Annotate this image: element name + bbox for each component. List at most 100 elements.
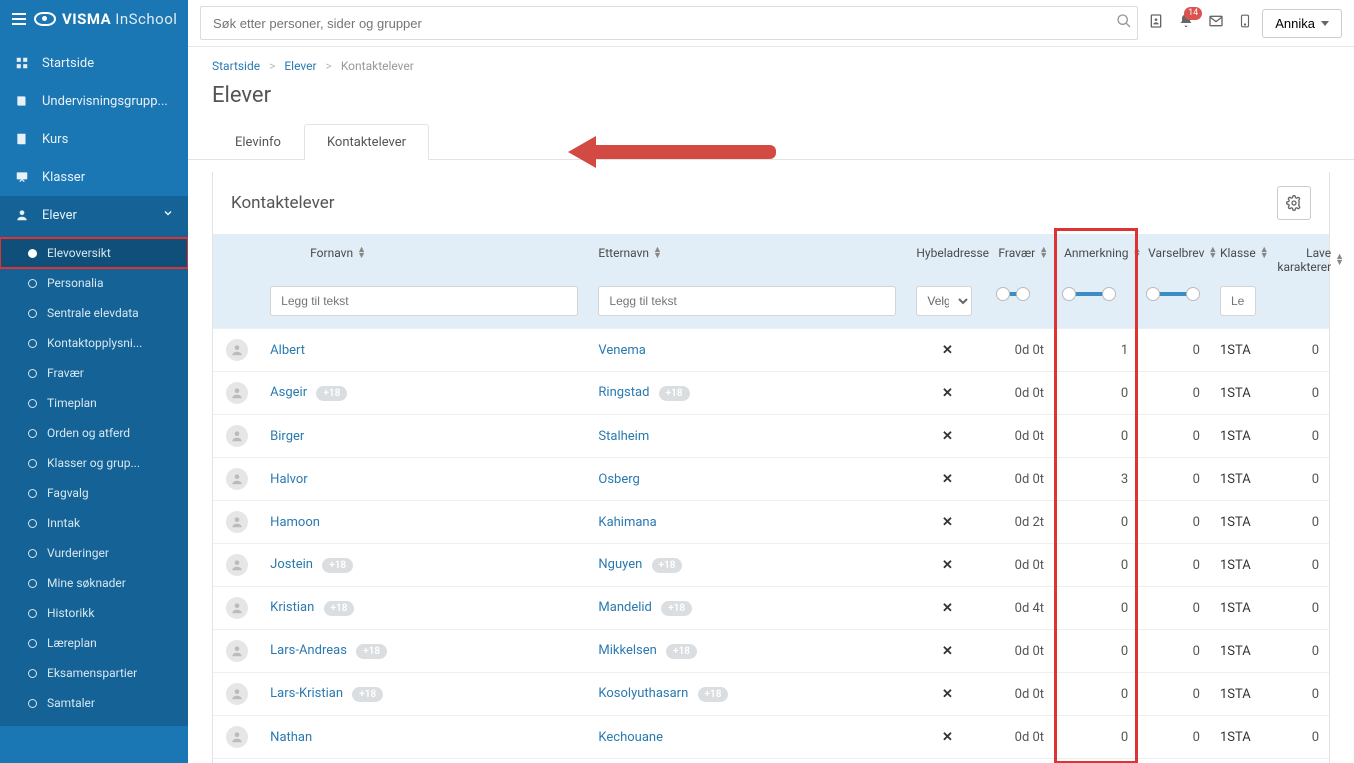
subnav-item-historikk[interactable]: Historikk — [0, 598, 188, 628]
filter-etternavn-input[interactable] — [598, 286, 896, 316]
col-etternavn[interactable]: Etternavn▲▼ — [588, 234, 906, 280]
students-table: Fornavn▲▼ Etternavn▲▼ Hybeladresse Fravæ… — [213, 234, 1329, 758]
hamburger-icon[interactable] — [12, 13, 26, 25]
fornavn-link[interactable]: Lars-Andreas — [270, 643, 347, 658]
bell-icon[interactable]: 14 — [1178, 13, 1194, 33]
etternavn-link[interactable]: Kechouane — [598, 730, 663, 745]
subnav-item-orden-og-atferd[interactable]: Orden og atferd — [0, 418, 188, 448]
subnav-item-vurderinger[interactable]: Vurderinger — [0, 538, 188, 568]
gear-button[interactable] — [1277, 186, 1311, 220]
cell-varselbrev: 0 — [1138, 458, 1210, 501]
subnav-item-personalia[interactable]: Personalia — [0, 268, 188, 298]
etternavn-link[interactable]: Ringstad — [598, 385, 649, 400]
table-row[interactable]: BirgerStalheim✕0d 0t001STA0 — [213, 415, 1329, 458]
x-icon[interactable]: ✕ — [942, 558, 953, 573]
table-row[interactable]: Lars-Kristian +18Kosolyuthasarn +18✕0d 0… — [213, 673, 1329, 716]
cell-varselbrev: 0 — [1138, 673, 1210, 716]
subnav-item-elevoversikt[interactable]: Elevoversikt — [0, 238, 188, 268]
etternavn-link[interactable]: Mikkelsen — [598, 643, 656, 658]
fornavn-link[interactable]: Halvor — [270, 472, 308, 487]
x-icon[interactable]: ✕ — [942, 644, 953, 659]
subnav-item-fagvalg[interactable]: Fagvalg — [0, 478, 188, 508]
subnav-item-sentrale-elevdata[interactable]: Sentrale elevdata — [0, 298, 188, 328]
chevron-down-icon — [1321, 21, 1329, 26]
fornavn-link[interactable]: Kristian — [270, 600, 314, 615]
sidebar-item-startside[interactable]: Startside — [0, 44, 188, 82]
sidebar-item-klasser[interactable]: Klasser — [0, 158, 188, 196]
sidebar-item-elever[interactable]: Elever — [0, 196, 188, 234]
x-icon[interactable]: ✕ — [942, 687, 953, 702]
cell-varselbrev: 0 — [1138, 415, 1210, 458]
cell-klasse: 1STA — [1210, 501, 1267, 544]
fornavn-link[interactable]: Hamoon — [270, 515, 320, 530]
table-row[interactable]: AlbertVenema✕0d 0t101STA0 — [213, 329, 1329, 372]
col-hybel[interactable]: Hybeladresse — [906, 234, 988, 280]
subnav-item-samtaler[interactable]: Samtaler — [0, 688, 188, 718]
subnav-item-l-replan[interactable]: Læreplan — [0, 628, 188, 658]
col-lave[interactable]: Lave karakterer▲▼ — [1267, 234, 1329, 280]
fornavn-link[interactable]: Albert — [270, 343, 305, 358]
subnav-item-mine-s-knader[interactable]: Mine søknader — [0, 568, 188, 598]
sidebar-item-undervisningsgrupp-[interactable]: Undervisningsgrupp... — [0, 82, 188, 120]
tab-kontaktelever[interactable]: Kontaktelever — [304, 124, 429, 160]
filter-anmerk-slider[interactable] — [1064, 292, 1114, 296]
address-book-icon[interactable] — [1148, 13, 1164, 33]
x-icon[interactable]: ✕ — [942, 730, 953, 745]
col-klasse[interactable]: Klasse▲▼ — [1210, 234, 1267, 280]
etternavn-link[interactable]: Venema — [598, 343, 645, 358]
etternavn-link[interactable]: Osberg — [598, 472, 639, 487]
col-fornavn[interactable]: Fornavn▲▼ — [260, 234, 588, 280]
table-row[interactable]: NathanKechouane✕0d 0t001STA0 — [213, 716, 1329, 759]
filter-fornavn-input[interactable] — [270, 286, 578, 316]
x-icon[interactable]: ✕ — [942, 515, 953, 530]
table-row[interactable]: Lars-Andreas +18Mikkelsen +18✕0d 0t001ST… — [213, 630, 1329, 673]
x-icon[interactable]: ✕ — [942, 601, 953, 616]
table-row[interactable]: Kristian +18Mandelid +18✕0d 4t001STA0 — [213, 587, 1329, 630]
user-menu-button[interactable]: Annika — [1262, 9, 1342, 38]
filter-varsel-slider[interactable] — [1148, 292, 1198, 296]
subnav-item-klasser-og-grup-[interactable]: Klasser og grup... — [0, 448, 188, 478]
x-icon[interactable]: ✕ — [942, 386, 953, 401]
filter-hybel-select[interactable]: Velg a — [916, 286, 972, 316]
x-icon[interactable]: ✕ — [942, 429, 953, 444]
mobile-icon[interactable] — [1238, 13, 1252, 33]
fornavn-link[interactable]: Lars-Kristian — [270, 686, 343, 701]
filter-klasse-input[interactable] — [1220, 286, 1256, 316]
table-row[interactable]: HalvorOsberg✕0d 0t301STA0 — [213, 458, 1329, 501]
brand-logo[interactable]: VISMA InSchool — [34, 10, 177, 28]
breadcrumb-root[interactable]: Startside — [212, 59, 260, 73]
cell-lave: 0 — [1267, 673, 1329, 716]
x-icon[interactable]: ✕ — [942, 343, 953, 358]
fornavn-link[interactable]: Nathan — [270, 730, 312, 745]
fornavn-link[interactable]: Jostein — [270, 557, 313, 572]
subnav-item-timeplan[interactable]: Timeplan — [0, 388, 188, 418]
table-row[interactable]: HamoonKahimana✕0d 2t001STA0 — [213, 501, 1329, 544]
fornavn-link[interactable]: Birger — [270, 429, 304, 444]
etternavn-link[interactable]: Stalheim — [598, 429, 649, 444]
etternavn-link[interactable]: Nguyen — [598, 557, 642, 572]
breadcrumb-level2[interactable]: Elever — [284, 59, 316, 73]
sidebar-item-kurs[interactable]: Kurs — [0, 120, 188, 158]
col-varselbrev[interactable]: Varselbrev▲▼ — [1138, 234, 1210, 280]
cell-anmerkning: 0 — [1054, 716, 1138, 759]
table-row[interactable]: Asgeir +18Ringstad +18✕0d 0t001STA0 — [213, 372, 1329, 415]
envelope-icon[interactable] — [1208, 13, 1224, 33]
cell-klasse: 1STA — [1210, 372, 1267, 415]
subnav-item-kontaktopplysni-[interactable]: Kontaktopplysni... — [0, 328, 188, 358]
col-fravar[interactable]: Fravær▲▼ — [988, 234, 1054, 280]
subnav-item-eksamenspartier[interactable]: Eksamenspartier — [0, 658, 188, 688]
subnav-item-frav-r[interactable]: Fravær — [0, 358, 188, 388]
filter-fravar-slider[interactable] — [998, 292, 1028, 296]
search-icon[interactable] — [1116, 13, 1132, 33]
etternavn-link[interactable]: Mandelid — [598, 600, 651, 615]
table-row[interactable]: Jostein +18Nguyen +18✕0d 0t001STA0 — [213, 544, 1329, 587]
x-icon[interactable]: ✕ — [942, 472, 953, 487]
tab-elevinfo[interactable]: Elevinfo — [212, 124, 304, 160]
subnav-item-inntak[interactable]: Inntak — [0, 508, 188, 538]
etternavn-link[interactable]: Kahimana — [598, 515, 656, 530]
col-anmerkning[interactable]: Anmerkning▲▼ — [1054, 234, 1138, 280]
etternavn-link[interactable]: Kosolyuthasarn — [598, 686, 688, 701]
search-input[interactable] — [200, 6, 1138, 40]
fornavn-link[interactable]: Asgeir — [270, 385, 307, 400]
cell-lave: 0 — [1267, 544, 1329, 587]
